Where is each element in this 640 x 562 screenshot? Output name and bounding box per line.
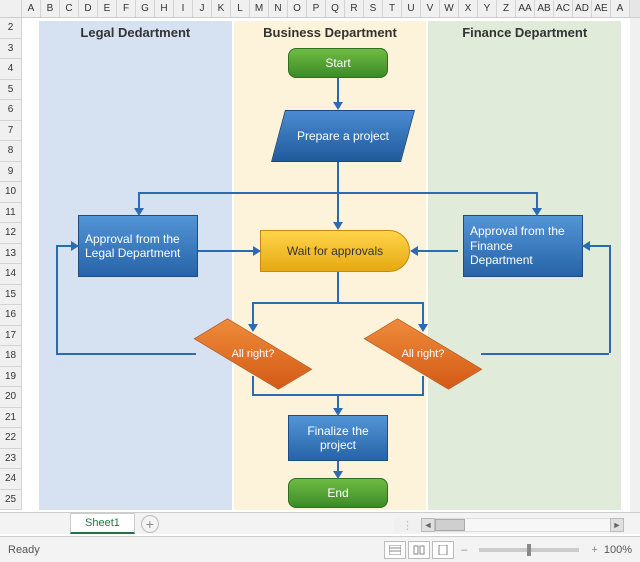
scroll-right-button[interactable]: ► — [610, 518, 624, 532]
row-headers: 2345678910111213141516171819202122232425 — [0, 18, 22, 510]
arrow-d1-no-h — [56, 353, 196, 355]
arrow-d2-no-end — [590, 245, 609, 247]
arrow-prepare-down — [337, 162, 339, 192]
column-headers: ABCDEFGHIJKLMNOPQRSTUVWXYZAAABACADAEA — [0, 0, 640, 18]
scroll-left-button[interactable]: ◄ — [421, 518, 435, 532]
arrow-finalize-end — [337, 461, 339, 471]
shape-approval-legal[interactable]: Approval from the Legal Department — [78, 215, 198, 277]
shape-wait[interactable]: Wait for approvals — [260, 230, 410, 272]
arrow-wait-down — [337, 272, 339, 302]
arrow-to-d1 — [252, 302, 254, 324]
status-bar: Ready – + 100% — [0, 536, 640, 562]
shape-approval-finance[interactable]: Approval from the Finance Department — [463, 215, 583, 277]
scroll-thumb[interactable] — [435, 519, 465, 531]
shape-finalize[interactable]: Finalize the project — [288, 415, 388, 461]
shape-end[interactable]: End — [288, 478, 388, 508]
shape-prepare[interactable]: Prepare a project — [271, 110, 415, 162]
arrow-d2-no-h — [481, 353, 609, 355]
arrow-d2-yes-v — [422, 376, 424, 394]
shape-decision-right[interactable]: All right? — [363, 330, 483, 378]
arrow-to-finalize — [337, 394, 339, 408]
lane-legal-title: Legal Dedartment — [39, 21, 232, 44]
zoom-level[interactable]: 100% — [604, 544, 632, 556]
arrow-d1-no-v — [56, 245, 58, 353]
zoom-out-button[interactable]: – — [461, 544, 467, 556]
swimlane-container: Legal Dedartment Business Department Fin… — [36, 18, 624, 513]
arrow-d1-yes-v — [252, 376, 254, 394]
lane-business-title: Business Department — [234, 21, 427, 44]
zoom-slider[interactable] — [479, 548, 579, 552]
horizontal-scrollbar[interactable]: ⋮ ◄ ► — [394, 518, 624, 532]
view-layout-button[interactable] — [408, 541, 430, 559]
tab-sheet1[interactable]: Sheet1 — [70, 513, 135, 534]
worksheet-area: Legal Dedartment Business Department Fin… — [22, 18, 630, 512]
zoom-in-button[interactable]: + — [591, 544, 597, 556]
arrow-split2-h — [252, 302, 424, 304]
arrow-start-prepare — [337, 78, 339, 102]
shape-decision-left[interactable]: All right? — [193, 330, 313, 378]
arrow-finance-wait — [418, 250, 458, 252]
arrow-legal-wait — [198, 250, 253, 252]
status-text: Ready — [8, 544, 40, 556]
arrow-to-d2 — [422, 302, 424, 324]
view-normal-button[interactable] — [384, 541, 406, 559]
arrow-to-legal — [138, 192, 140, 208]
arrow-to-finance — [536, 192, 538, 208]
view-pagebreak-button[interactable] — [432, 541, 454, 559]
add-sheet-button[interactable]: + — [141, 515, 159, 533]
vertical-scrollbar[interactable] — [630, 18, 640, 512]
arrow-to-wait — [337, 192, 339, 222]
arrow-d2-no-v — [609, 245, 611, 353]
lane-finance-title: Finance Department — [428, 21, 621, 44]
arrow-d1-no-end — [56, 245, 71, 247]
shape-start[interactable]: Start — [288, 48, 388, 78]
